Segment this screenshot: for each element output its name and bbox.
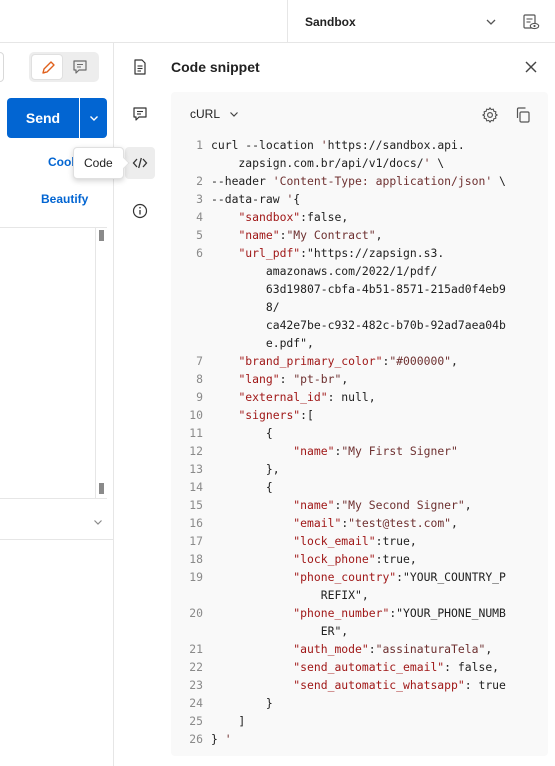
scrollbar[interactable]: [95, 228, 107, 498]
chevron-down-icon[interactable]: [92, 516, 104, 528]
line-number: 20: [189, 606, 203, 620]
line-number: 13: [189, 462, 203, 476]
environment-quick-look-icon[interactable]: [522, 13, 540, 31]
code-text: "lock_phone":true,: [293, 552, 417, 566]
line-number: 11: [189, 426, 203, 440]
send-button[interactable]: Send: [7, 98, 79, 138]
code-text: ]: [211, 714, 246, 728]
code-text: },: [211, 462, 280, 476]
line-number: 23: [189, 678, 203, 692]
line-number: 17: [189, 534, 203, 548]
code-text: "url_pdf":"https://zapsign.s3.: [238, 246, 445, 260]
comment-icon: [133, 107, 147, 121]
documentation-button[interactable]: [125, 52, 155, 82]
code-text: "phone_country":"YOUR_COUNTRY_P: [293, 570, 506, 584]
line-number: 10: [189, 408, 203, 422]
top-bar: Sandbox: [0, 0, 555, 43]
line-number: 8: [196, 372, 203, 386]
line-number: 9: [196, 390, 203, 404]
code-text: zapsign.com.br/api/v1/docs/' \: [211, 156, 445, 170]
chevron-down-icon: [89, 116, 98, 121]
settings-gear-icon[interactable]: [481, 106, 499, 124]
code-text: 8/: [211, 300, 280, 314]
scrollbar-thumb[interactable]: [99, 230, 104, 241]
code-text: e.pdf",: [211, 336, 314, 350]
edit-mode-button[interactable]: [31, 54, 63, 80]
body-editor[interactable]: [0, 227, 107, 499]
close-icon[interactable]: [523, 59, 539, 75]
beautify-link[interactable]: Beautify: [41, 192, 88, 206]
code-text: "signers":[: [238, 408, 314, 422]
code-text: ca42e7be-c932-482c-b70b-92ad7aea04b: [211, 318, 506, 332]
line-number: 7: [196, 354, 203, 368]
code-text: "send_automatic_whatsapp": true: [293, 678, 506, 692]
scrollbar-thumb[interactable]: [99, 483, 104, 494]
tooltip: Code: [73, 147, 130, 179]
panel-title: Code snippet: [171, 59, 260, 75]
line-number: 24: [189, 696, 203, 710]
code-text: REFIX",: [211, 588, 369, 602]
line-number: 19: [189, 570, 203, 584]
line-number: 25: [189, 714, 203, 728]
line-number: 6: [196, 246, 203, 260]
chevron-down-icon[interactable]: [484, 15, 498, 29]
code-text: "external_id": null,: [238, 390, 376, 404]
line-number: 16: [189, 516, 203, 530]
comments-button[interactable]: [125, 99, 155, 129]
code-text: "name":"My Contract",: [238, 228, 383, 242]
code-text: "name":"My Second Signer",: [293, 498, 472, 512]
code-text: }: [211, 696, 273, 710]
line-number: 3: [196, 192, 203, 206]
info-icon: [132, 203, 148, 219]
code-text: } ': [211, 732, 232, 746]
code-text: "phone_number":"YOUR_PHONE_NUMB: [293, 606, 506, 620]
code-text: amazonaws.com/2022/1/pdf/: [211, 264, 438, 278]
code-text: "send_automatic_email": false,: [293, 660, 500, 674]
line-number: 14: [189, 480, 203, 494]
line-number: 4: [196, 210, 203, 224]
code-text: {: [211, 480, 273, 494]
pencil-icon: [42, 61, 55, 74]
line-number: 22: [189, 660, 203, 674]
line-number: 18: [189, 552, 203, 566]
language-label: cURL: [190, 107, 221, 121]
code-text: "lang": "pt-br",: [238, 372, 349, 386]
code-text: --data-raw '{: [211, 192, 301, 206]
line-number: 26: [189, 732, 203, 746]
line-number: 21: [189, 642, 203, 656]
divider: [287, 0, 288, 43]
code-text: "name":"My First Signer": [293, 444, 458, 458]
comment-mode-icon[interactable]: [67, 56, 93, 78]
language-selector[interactable]: cURL: [190, 107, 240, 121]
line-number: 2: [196, 174, 203, 188]
response-section[interactable]: [0, 504, 113, 540]
line-number: 12: [189, 444, 203, 458]
line-number: 15: [189, 498, 203, 512]
line-number: 1: [196, 138, 203, 152]
code-text: "email":"test@test.com",: [293, 516, 458, 530]
mode-toggle: [29, 52, 99, 82]
code-snippet-box: cURL 1 curl --location 'https://sandbox.a…: [171, 92, 548, 756]
code-text: "brand_primary_color":"#000000",: [238, 354, 458, 368]
code-text: --header 'Content-Type: application/json…: [211, 174, 506, 188]
url-input[interactable]: [0, 52, 4, 82]
code-text: "auth_mode":"assinaturaTela",: [293, 642, 493, 656]
send-options-button[interactable]: [80, 98, 107, 138]
environment-selector-label[interactable]: Sandbox: [305, 15, 356, 29]
code-text: "sandbox":false,: [238, 210, 349, 224]
line-number: 5: [196, 228, 203, 242]
code-text: 63d19807-cbfa-4b51-8571-215ad0f4eb9: [211, 282, 506, 296]
code-text: "lock_email":true,: [293, 534, 417, 548]
cookies-link[interactable]: Cool: [48, 155, 75, 169]
code-text: curl --location 'https://sandbox.api.: [211, 138, 465, 152]
tooltip-label: Code: [84, 156, 113, 170]
code-text: {: [211, 426, 273, 440]
copy-icon[interactable]: [514, 106, 532, 124]
info-button[interactable]: [125, 196, 155, 226]
code-text: ER",: [211, 624, 349, 638]
chevron-down-icon: [230, 112, 238, 117]
document-icon: [134, 59, 146, 75]
code-icon: [132, 157, 148, 169]
